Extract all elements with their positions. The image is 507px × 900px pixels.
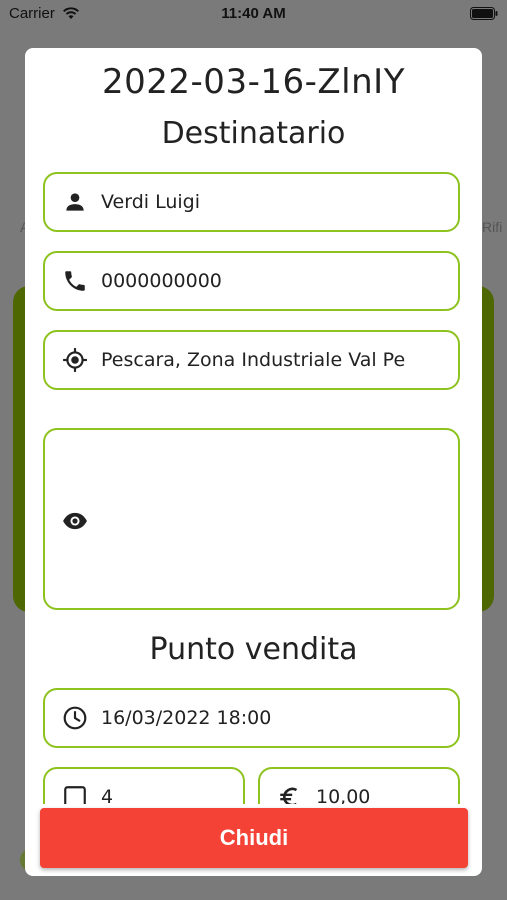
clock-icon [62,705,88,731]
recipient-name-field[interactable]: Verdi Luigi [43,172,460,232]
recipient-phone-field[interactable]: 0000000000 [43,251,460,311]
recipient-section-title: Destinatario [161,116,346,151]
store-price-field[interactable]: 10,00 [258,767,460,804]
recipient-notes-field[interactable] [43,428,460,610]
recipient-address-value: Pescara, Zona Industriale Val Pe [101,349,406,371]
person-icon [62,189,88,215]
phone-icon [62,268,88,294]
background-label-right: Rifi [482,219,503,235]
store-section-title: Punto vendita [149,632,358,667]
store-datetime-value: 16/03/2022 18:00 [101,707,272,729]
box-icon [62,784,88,804]
store-quantity-value: 4 [101,786,114,804]
modal-scroll-area[interactable]: 2022-03-16-ZlnIY Destinatario Verdi Luig… [25,48,482,804]
store-price-value: 10,00 [316,786,371,804]
recipient-address-field[interactable]: Pescara, Zona Industriale Val Pe [43,330,460,390]
order-detail-modal: 2022-03-16-ZlnIY Destinatario Verdi Luig… [25,48,482,876]
recipient-name-value: Verdi Luigi [101,191,200,213]
battery-icon [470,7,498,24]
status-bar: Carrier 11:40 AM [0,0,507,28]
status-time: 11:40 AM [221,5,286,22]
close-button[interactable]: Chiudi [40,808,468,868]
store-datetime-field[interactable]: 16/03/2022 18:00 [43,688,460,748]
recipient-phone-value: 0000000000 [101,270,222,292]
order-code-title: 2022-03-16-ZlnIY [102,62,405,102]
store-quantity-field[interactable]: 4 [43,767,245,804]
eye-icon [62,508,88,534]
location-target-icon [62,347,88,373]
euro-icon [277,784,303,804]
